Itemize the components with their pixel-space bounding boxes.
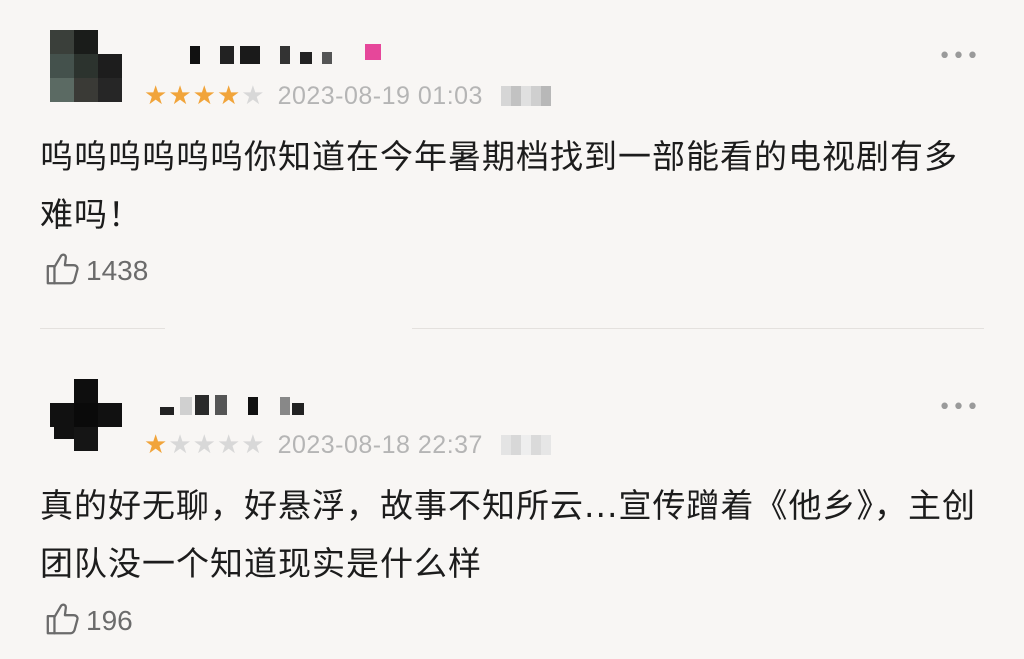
username-redacted[interactable]: [160, 393, 400, 417]
redacted-info: [500, 435, 551, 455]
star-icon: ★: [168, 81, 192, 111]
star-icon: ★: [216, 81, 241, 111]
star-icon: ★: [192, 81, 216, 111]
star-icon: ★: [241, 81, 265, 111]
star-icon: ★: [241, 430, 265, 460]
star-rating: ★ ★ ★ ★ ★: [144, 432, 266, 458]
like-button[interactable]: 196: [44, 600, 133, 642]
review-date: 2023-08-19 01:03: [277, 81, 483, 110]
review-list: ••• ★ ★ ★ ★ ★ 2023-08-19 01:03 呜呜呜呜呜呜你知道在今年暑…: [0, 0, 1024, 659]
thumbs-up-icon: [44, 600, 82, 642]
more-dots-icon[interactable]: •••: [938, 46, 980, 68]
redacted-info: [500, 86, 551, 106]
username-redacted[interactable]: [160, 42, 400, 66]
like-count: 1438: [86, 255, 149, 286]
more-dots-icon[interactable]: •••: [938, 397, 980, 419]
star-icon: ★: [216, 430, 241, 460]
review-item: ••• ★ ★ ★ ★ ★ 2023-08-19 01:03 呜呜呜呜呜呜你知道在今年暑…: [0, 0, 1024, 330]
avatar[interactable]: [50, 30, 122, 102]
star-rating: ★ ★ ★ ★ ★: [144, 83, 266, 109]
avatar[interactable]: [50, 379, 122, 451]
star-icon: ★: [192, 430, 216, 460]
divider: [40, 328, 984, 329]
like-count: 196: [86, 605, 133, 636]
thumbs-up-icon: [44, 250, 82, 292]
review-text: 真的好无聊，好悬浮，故事不知所云...宣传蹭着《他乡》，主创团队没一个知道现实是…: [40, 486, 976, 583]
review-date: 2023-08-18 22:37: [277, 430, 483, 459]
star-icon: ★: [168, 430, 192, 460]
review-item: ••• ★ ★ ★ ★ ★ 2023-08-18 22:37 真的好无聊，好悬浮，故事不…: [0, 345, 1024, 659]
star-icon: ★: [144, 430, 168, 460]
star-icon: ★: [144, 81, 168, 111]
like-button[interactable]: 1438: [44, 250, 148, 292]
review-meta: ★ ★ ★ ★ ★ 2023-08-19 01:03: [144, 78, 551, 114]
review-text: 呜呜呜呜呜呜你知道在今年暑期档找到一部能看的电视剧有多难吗！: [40, 137, 958, 234]
review-meta: ★ ★ ★ ★ ★ 2023-08-18 22:37: [144, 427, 551, 463]
